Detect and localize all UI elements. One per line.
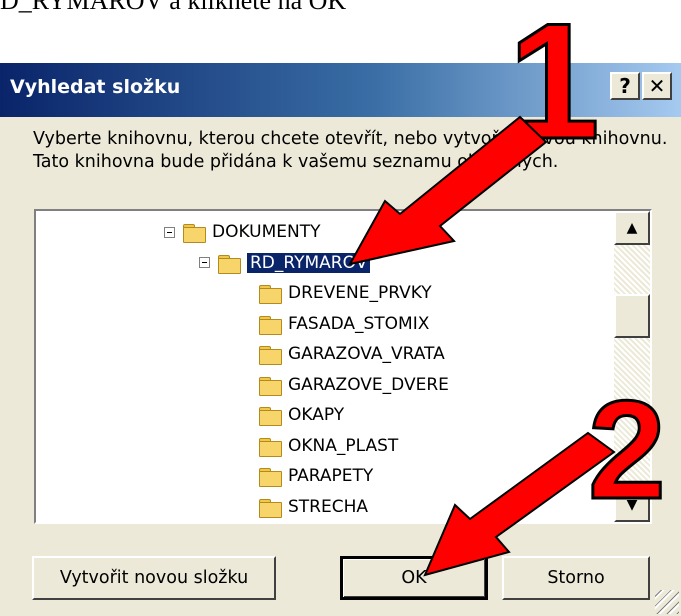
arrow-2-icon [423,431,616,577]
step-1-annotation: 1 [348,0,601,266]
arrow-1-icon [348,115,548,266]
step-2-annotation: 2 [423,370,667,577]
annotation-overlay: 1 2 [348,0,667,577]
